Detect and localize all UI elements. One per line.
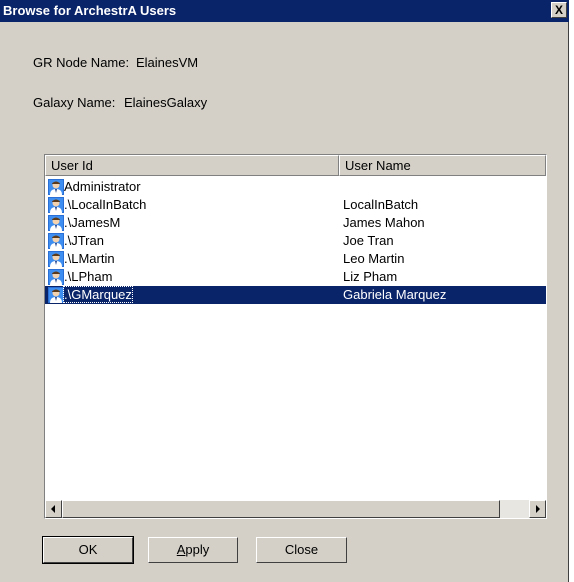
table-row[interactable]: .\JamesM James Mahon	[45, 214, 546, 232]
cell-user-id: .\LPham	[64, 269, 113, 284]
column-header-user-id[interactable]: User Id	[45, 155, 339, 176]
node-name-label: GR Node Name:	[33, 55, 130, 70]
cell-user-id: .\LMartin	[64, 251, 115, 266]
arrow-left-icon	[51, 505, 55, 513]
cell-user-name: James Mahon	[343, 215, 425, 230]
title-bar[interactable]: Browse for ArchestrA Users X	[0, 0, 569, 22]
user-icon	[48, 179, 64, 195]
cell-user-id: .\JamesM	[64, 215, 121, 230]
cell-user-id: .\GMarquez	[63, 286, 133, 303]
apply-label: pply	[185, 542, 210, 557]
table-row[interactable]: .\GMarquez Gabriela Marquez	[45, 286, 546, 304]
scroll-left-button[interactable]	[45, 500, 62, 518]
column-header-user-name[interactable]: User Name	[339, 155, 546, 176]
scroll-thumb[interactable]	[62, 500, 500, 518]
node-name-value: ElainesVM	[136, 55, 199, 70]
ok-button[interactable]: OK	[42, 536, 134, 564]
cell-user-name: Gabriela Marquez	[343, 287, 447, 302]
user-icon	[48, 233, 64, 249]
close-icon: X	[555, 3, 564, 17]
users-list[interactable]: User Id User Name Administrator .\LocalIn…	[44, 154, 547, 519]
user-icon	[48, 197, 64, 213]
cell-user-name: LocalInBatch	[343, 197, 419, 212]
window-title: Browse for ArchestrA Users	[3, 3, 177, 18]
cell-user-id: .\LocalInBatch	[64, 197, 147, 212]
galaxy-name-label: Galaxy Name:	[33, 95, 116, 110]
scroll-right-button[interactable]	[529, 500, 546, 518]
arrow-right-icon	[536, 505, 540, 513]
galaxy-name-value: ElainesGalaxy	[124, 95, 208, 110]
user-icon	[48, 269, 64, 285]
user-icon	[48, 251, 64, 267]
cell-user-id: .\JTran	[64, 233, 104, 248]
apply-button[interactable]: Apply	[148, 537, 238, 563]
table-row[interactable]: Administrator	[45, 178, 546, 196]
user-icon	[48, 215, 64, 231]
close-window-button[interactable]: X	[551, 2, 567, 18]
table-row[interactable]: .\JTran Joe Tran	[45, 232, 546, 250]
table-row[interactable]: .\LMartin Leo Martin	[45, 250, 546, 268]
cell-user-name: Leo Martin	[343, 251, 405, 266]
cell-user-name: Joe Tran	[343, 233, 394, 248]
user-icon	[48, 287, 64, 303]
cell-user-name: Liz Pham	[343, 269, 398, 284]
table-row[interactable]: .\LPham Liz Pham	[45, 268, 546, 286]
horizontal-scrollbar[interactable]	[45, 500, 546, 518]
cell-user-id: Administrator	[64, 179, 141, 194]
table-row[interactable]: .\LocalInBatch LocalInBatch	[45, 196, 546, 214]
browse-users-dialog: Browse for ArchestrA Users X GR Node Nam…	[0, 0, 569, 582]
close-button[interactable]: Close	[256, 537, 347, 563]
